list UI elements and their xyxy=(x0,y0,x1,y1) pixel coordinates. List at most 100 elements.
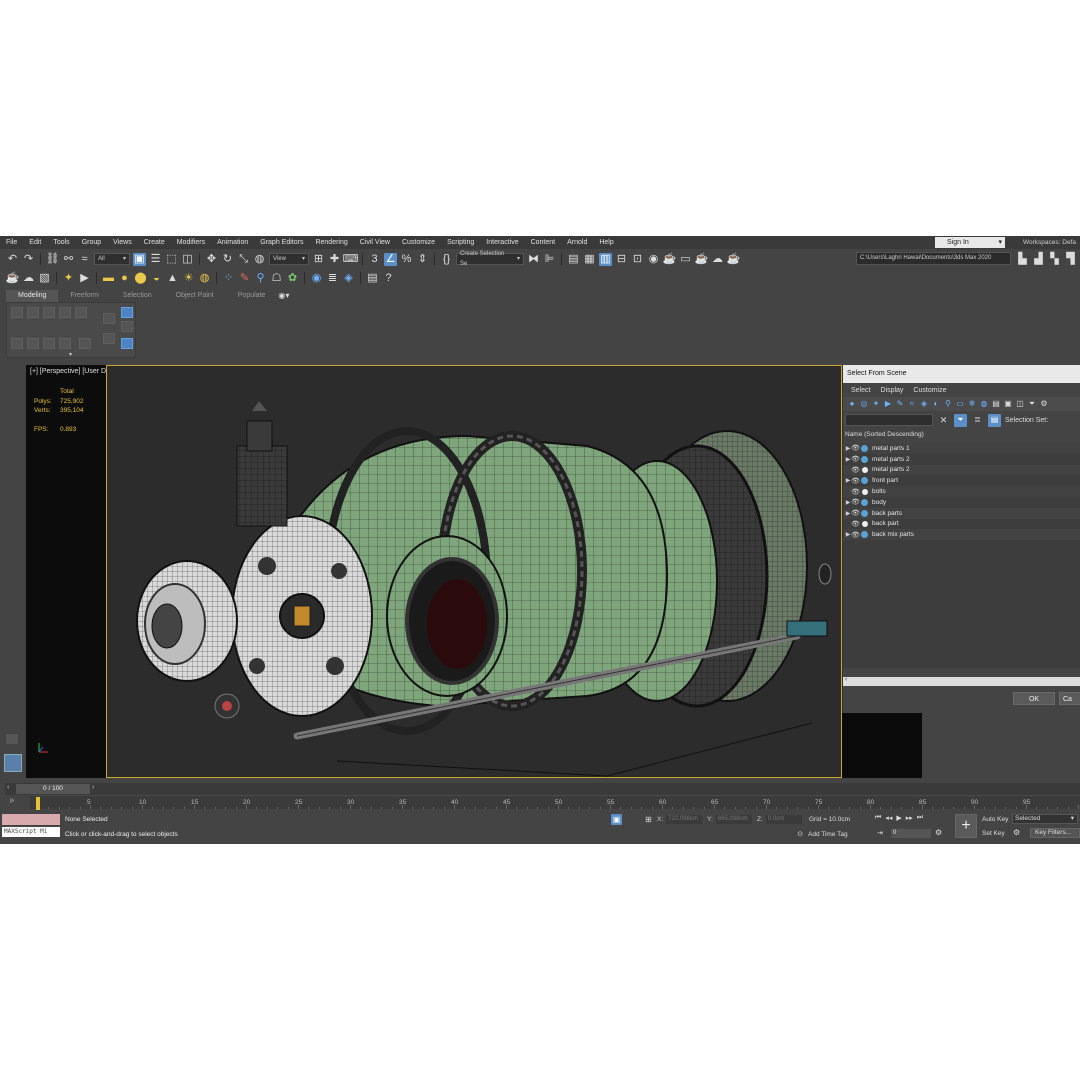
cloud-icon[interactable]: ☁ xyxy=(22,272,35,285)
time-tag-icon[interactable]: ⊙ xyxy=(795,829,805,839)
tab-object-paint[interactable]: Object Paint xyxy=(164,290,226,302)
unlink-icon[interactable]: ⚯ xyxy=(62,253,75,266)
menu-tools[interactable]: Tools xyxy=(47,239,75,246)
expand-arrow-icon[interactable]: ▶ xyxy=(843,531,851,538)
expand-arrow-icon[interactable]: ▶ xyxy=(843,499,851,506)
edit-named-selection-icon[interactable]: {} xyxy=(440,253,453,266)
list-item[interactable]: ▶ 👁 metal parts 2 xyxy=(843,454,1080,465)
scene-explorer-icon[interactable]: ▤ xyxy=(567,253,580,266)
percent-snap-icon[interactable]: % xyxy=(400,253,413,266)
selection-filter-dropdown[interactable]: All ▾ xyxy=(94,253,130,265)
convert-poly-button[interactable] xyxy=(27,338,39,349)
select-scale-icon[interactable]: ⤡ xyxy=(237,253,250,266)
layer-explorer-icon[interactable]: ▦ xyxy=(583,253,596,266)
display-groups-icon[interactable]: ◈ xyxy=(919,399,929,409)
modify-mode-button[interactable] xyxy=(103,313,115,324)
next-frame-icon[interactable]: ▸▸ xyxy=(906,814,913,822)
open-folder-icon[interactable]: ▟ xyxy=(1032,253,1045,266)
redo-icon[interactable]: ↷ xyxy=(22,253,35,266)
display-geometry-icon[interactable]: ● xyxy=(847,399,857,409)
show-end-result-button[interactable] xyxy=(103,333,115,344)
display-spacewarps-icon[interactable]: ≈ xyxy=(907,399,917,409)
list-item[interactable]: ▶ 👁 body xyxy=(843,497,1080,508)
help-icon[interactable]: ? xyxy=(382,272,395,285)
track-bar[interactable]: 5 10 15 20 25 30 35 40 45 50 55 60 65 70 75 80 85 90 95 xyxy=(30,795,1080,809)
auto-key-button[interactable]: Auto Key xyxy=(982,816,1008,823)
place-icon[interactable]: ◍ xyxy=(253,253,266,266)
select-manipulate-icon[interactable]: ✚ xyxy=(328,253,341,266)
menu-select[interactable]: Select xyxy=(851,387,870,394)
z-field[interactable]: 0.0cm xyxy=(765,815,802,824)
project-settings-icon[interactable]: ▜ xyxy=(1064,253,1077,266)
eye-icon[interactable]: 👁 xyxy=(851,531,860,539)
window-crossing-icon[interactable]: ◫ xyxy=(181,253,194,266)
display-xrefs-icon[interactable]: ◐ xyxy=(931,399,941,409)
bind-space-warp-icon[interactable]: ≈ xyxy=(78,253,91,266)
display-containers-icon[interactable]: ▭ xyxy=(955,399,965,409)
go-to-end-icon[interactable]: ⏭ xyxy=(917,814,923,822)
align-icon[interactable]: ⊫ xyxy=(543,253,556,266)
eye-icon[interactable]: 👁 xyxy=(851,477,860,485)
render-setup-icon[interactable]: ☕ xyxy=(663,253,677,266)
material-editor-icon[interactable]: ◉ xyxy=(647,253,660,266)
menu-content[interactable]: Content xyxy=(525,239,562,246)
menu-interactive[interactable]: Interactive xyxy=(480,239,524,246)
menu-graph-editors[interactable]: Graph Editors xyxy=(254,239,309,246)
eye-icon[interactable]: 👁 xyxy=(851,509,860,517)
display-shapes-icon[interactable]: ◎ xyxy=(859,399,869,409)
key-selection-dropdown[interactable]: Selected ▾ xyxy=(1012,814,1078,824)
menu-display[interactable]: Display xyxy=(880,387,903,394)
scene-converter-icon[interactable]: ▤ xyxy=(366,272,379,285)
stack-icon[interactable]: ≣ xyxy=(326,272,339,285)
time-prev-icon[interactable]: ‹ xyxy=(7,784,9,791)
sphere-icon[interactable]: ● xyxy=(118,272,131,285)
select-rotate-icon[interactable]: ↻ xyxy=(221,253,234,266)
play-icon[interactable]: ▶ xyxy=(896,814,901,822)
display-none-icon[interactable]: ▣ xyxy=(1003,399,1013,409)
pivot-center-icon[interactable]: ⊞ xyxy=(312,253,325,266)
snaps-toggle-icon[interactable]: 3 xyxy=(368,253,381,266)
menu-rendering[interactable]: Rendering xyxy=(309,239,353,246)
list-item[interactable]: 👁 metal parts 2 xyxy=(843,464,1080,476)
perspective-viewport[interactable] xyxy=(106,365,842,778)
camera-icon[interactable]: ▶ xyxy=(78,272,91,285)
rendered-frame-window-icon[interactable]: ▭ xyxy=(679,253,692,266)
render-production-icon[interactable]: ☕ xyxy=(695,253,709,266)
find-input[interactable] xyxy=(845,414,933,426)
spinner-snap-icon[interactable]: ⇕ xyxy=(416,253,429,266)
link-icon[interactable]: ⛓ xyxy=(46,253,60,266)
project-folder-field[interactable]: C:\Users\Laghri Hawai\Documents\3ds Max … xyxy=(856,252,1011,265)
display-lights-icon[interactable]: ✦ xyxy=(871,399,881,409)
eye-icon[interactable]: 👁 xyxy=(851,444,860,452)
eye-icon[interactable]: 👁 xyxy=(851,498,860,506)
time-next-icon[interactable]: › xyxy=(92,784,94,791)
horizontal-scrollbar[interactable]: ‹ xyxy=(843,676,1080,686)
schematic-view-icon[interactable]: ⊡ xyxy=(631,253,644,266)
keyboard-shortcut-override-icon[interactable]: ⌨ xyxy=(343,253,359,266)
mirror-icon[interactable]: ⧓ xyxy=(527,253,540,266)
select-object-icon[interactable]: ▣ xyxy=(133,252,146,266)
eye-icon[interactable]: 👁 xyxy=(851,455,860,463)
tab-freeform[interactable]: Freeform xyxy=(58,290,110,302)
apply-edit-poly-button[interactable] xyxy=(43,338,55,349)
track-bar-toggle-icon[interactable]: Iⁿ xyxy=(10,798,14,805)
list-item[interactable]: 👁 bolts xyxy=(843,486,1080,497)
element-mode-button[interactable] xyxy=(75,307,87,318)
set-keys-button[interactable]: + xyxy=(955,814,977,838)
box-icon[interactable]: ▬ xyxy=(102,272,115,285)
current-frame-marker[interactable] xyxy=(36,797,40,810)
menu-arnold[interactable]: Arnold xyxy=(561,239,593,246)
panel-expand-icon[interactable]: ▾ xyxy=(69,351,72,358)
symmetry-button[interactable] xyxy=(79,338,91,349)
undo-icon[interactable]: ↶ xyxy=(6,253,19,266)
system-icon[interactable]: ☖ xyxy=(270,272,283,285)
menu-file[interactable]: File xyxy=(0,239,23,246)
secondary-viewport[interactable] xyxy=(842,713,922,778)
x-field[interactable]: 722.098cm xyxy=(666,815,703,824)
menu-modifiers[interactable]: Modifiers xyxy=(171,239,211,246)
y-field[interactable]: 665.098cm xyxy=(715,815,752,824)
create-selection-set-dropdown[interactable]: Create Selection Se ▾ xyxy=(456,251,524,267)
tab-selection[interactable]: Selection xyxy=(111,290,164,302)
angle-snap-icon[interactable]: ∠ xyxy=(384,252,397,266)
border-mode-button[interactable] xyxy=(43,307,55,318)
